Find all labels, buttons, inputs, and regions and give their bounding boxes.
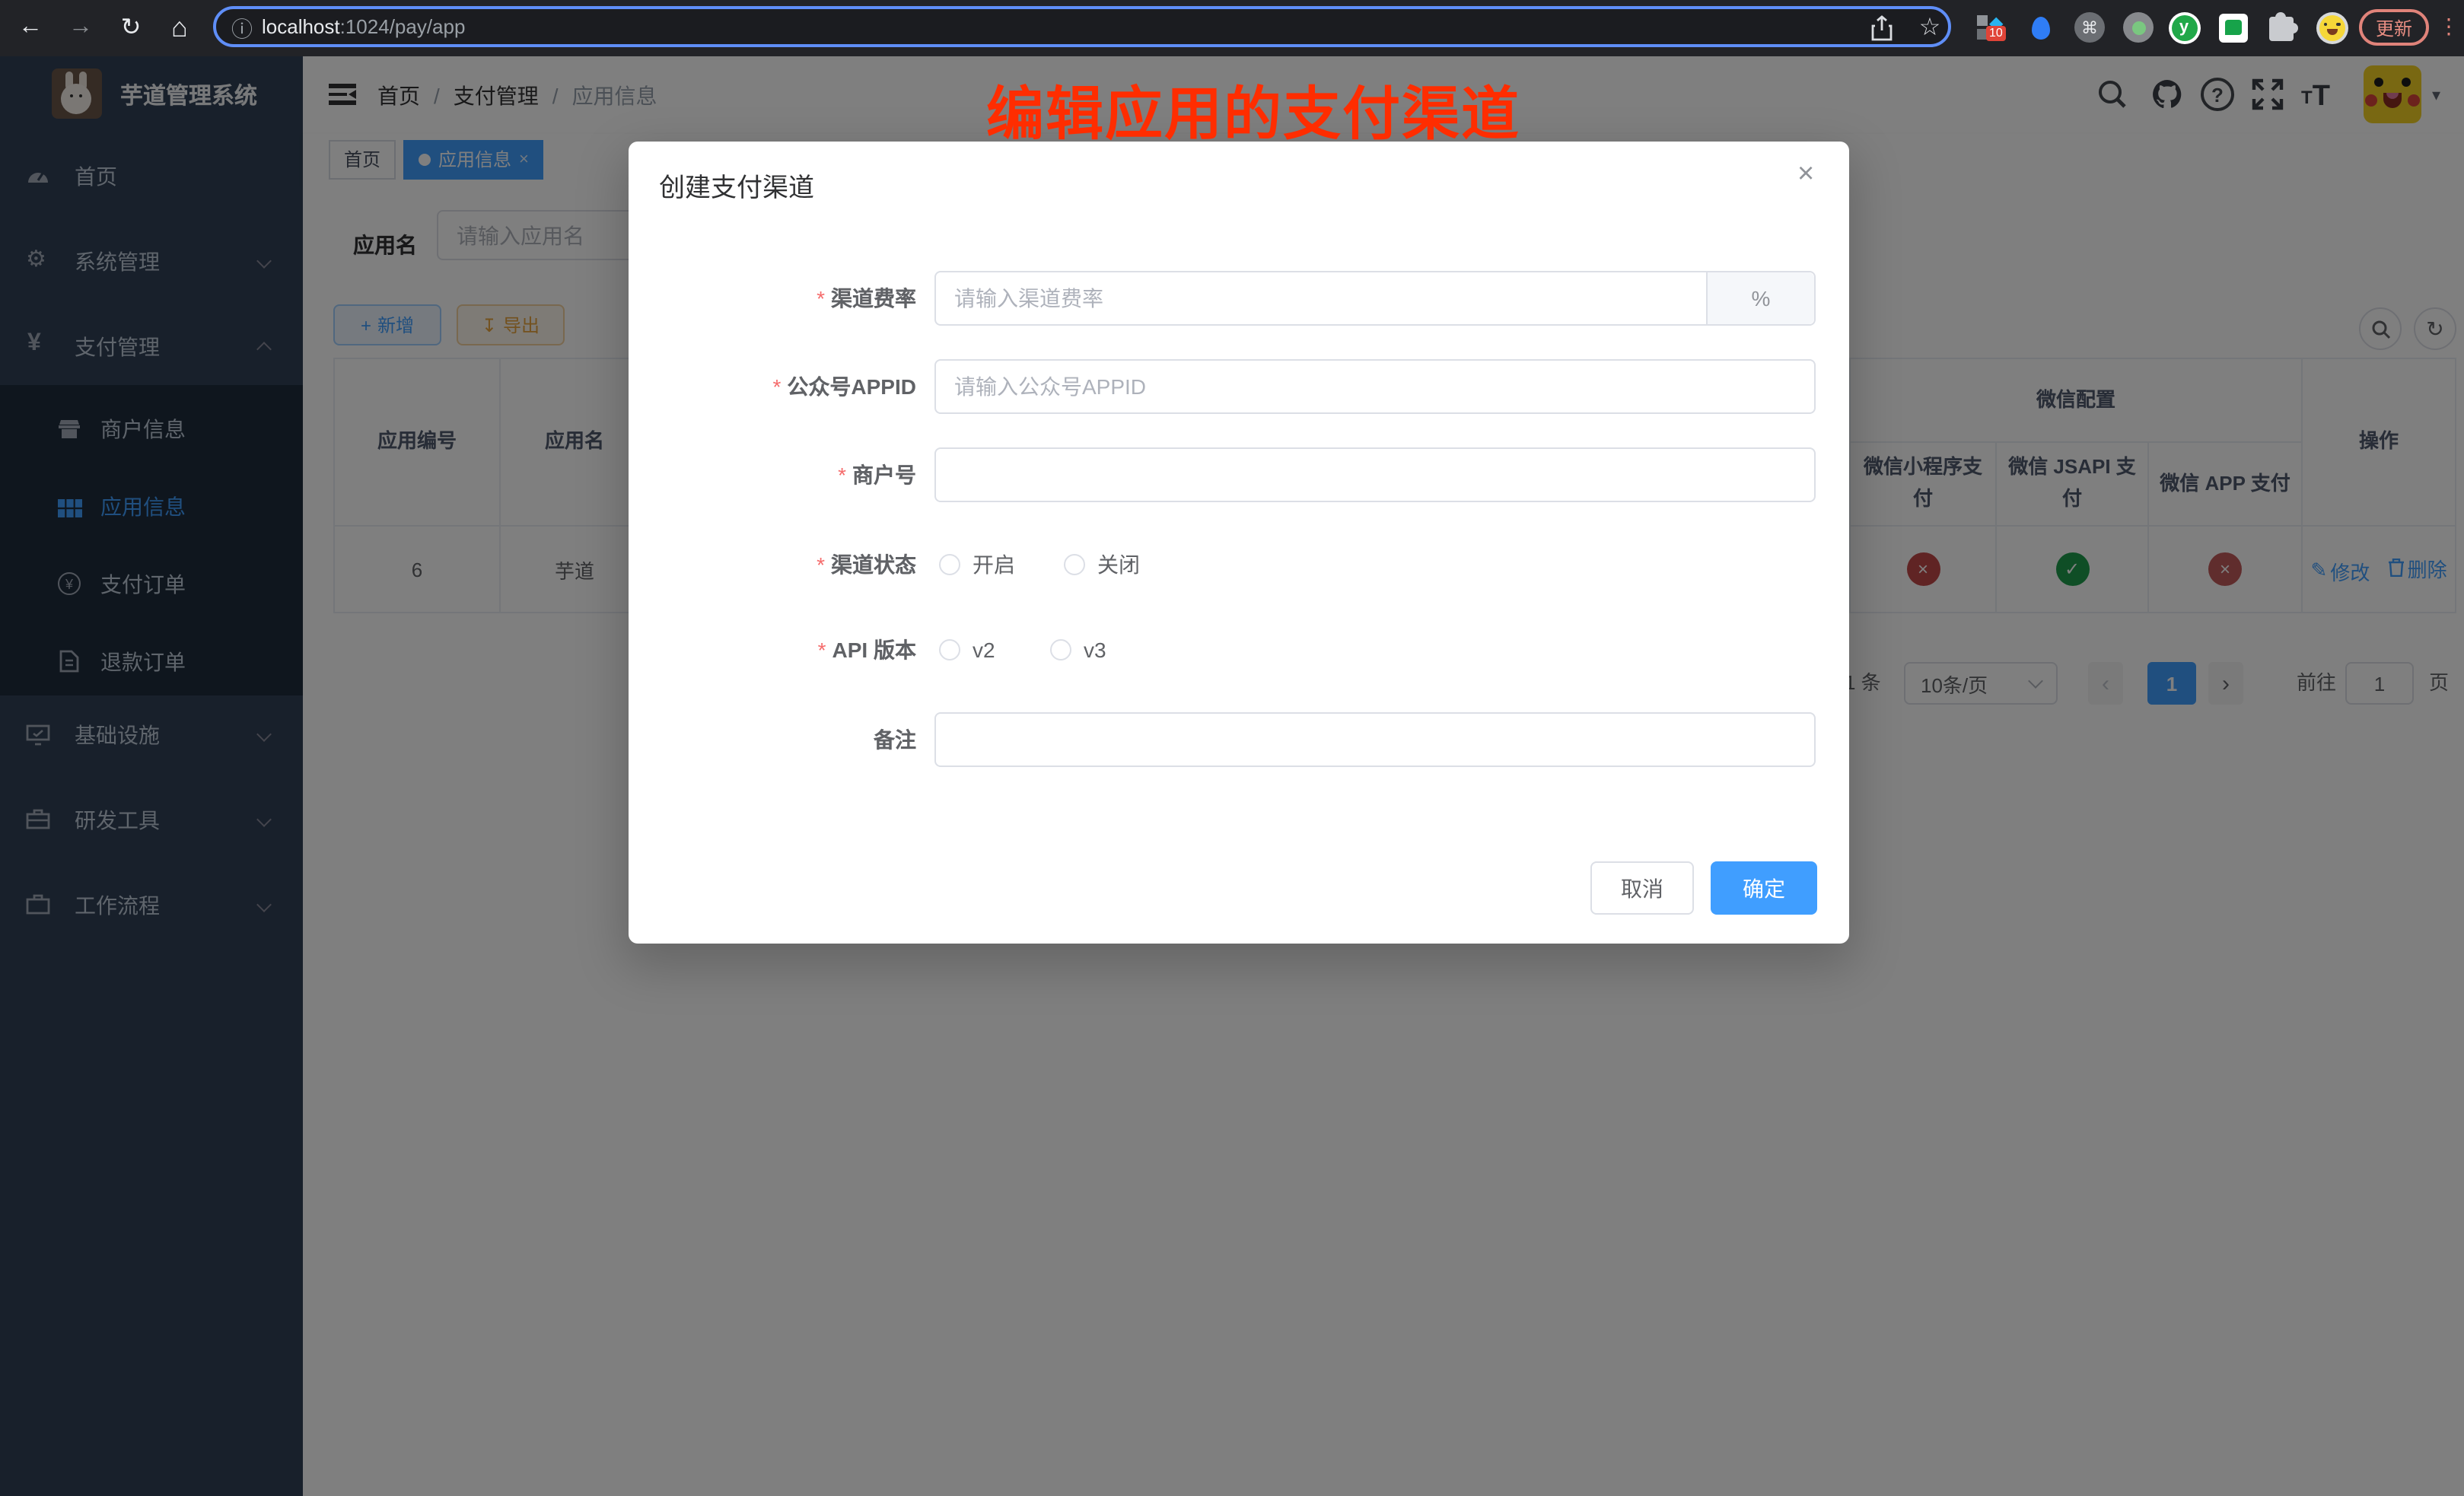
- url-host: localhost: [262, 15, 340, 38]
- site-info-icon[interactable]: ⓘ: [231, 14, 253, 44]
- browser-home-icon[interactable]: ⌂: [161, 9, 198, 46]
- radio-icon: [939, 639, 960, 660]
- browser-back-icon[interactable]: ←: [12, 9, 49, 46]
- extension-pinned-icon-3[interactable]: ⌘: [2073, 9, 2106, 46]
- confirm-button[interactable]: 确定: [1711, 861, 1817, 915]
- extension-pinned-icon-chat[interactable]: [2216, 9, 2249, 46]
- field-label-api-version: API 版本: [629, 625, 916, 674]
- appid-input-wrap: [934, 359, 1816, 414]
- extension-pinned-icon-2[interactable]: [2024, 9, 2058, 46]
- status-radio-enable[interactable]: 开启: [939, 540, 1015, 589]
- browser-menu-icon[interactable]: ⋮: [2438, 14, 2459, 40]
- cancel-button[interactable]: 取消: [1590, 861, 1694, 915]
- annotation-title: 编辑应用的支付渠道: [986, 67, 1520, 151]
- browser-forward-icon[interactable]: →: [62, 9, 99, 46]
- field-label-appid: 公众号APPID: [629, 359, 916, 414]
- radio-icon: [1050, 639, 1071, 660]
- remark-input[interactable]: [936, 714, 1814, 766]
- create-pay-channel-dialog: 创建支付渠道 × 渠道费率 % 公众号APPID 商户号 渠道状态 开启 关闭 …: [629, 142, 1849, 944]
- merchant-input[interactable]: [936, 449, 1814, 501]
- extensions-puzzle-icon[interactable]: [2265, 9, 2298, 46]
- share-icon[interactable]: [1864, 9, 1898, 46]
- field-label-status: 渠道状态: [629, 540, 916, 589]
- dialog-close-icon[interactable]: ×: [1797, 158, 1814, 192]
- extension-pinned-icon-4[interactable]: [2122, 9, 2155, 46]
- extension-badge: 10: [1986, 26, 2006, 41]
- api-radio-v3[interactable]: v3: [1050, 625, 1106, 674]
- url-path: :1024/pay/app: [340, 15, 466, 38]
- browser-toolbar: ← → ↻ ⌂ ⓘ localhost:1024/pay/app ☆ ◆ 10 …: [0, 0, 2464, 56]
- status-radio-disable[interactable]: 关闭: [1064, 540, 1140, 589]
- extension-pinned-icon-1[interactable]: ◆ 10: [1975, 9, 2009, 46]
- dialog-title: 创建支付渠道: [659, 166, 814, 204]
- radio-icon: [1064, 554, 1085, 575]
- browser-update-button[interactable]: 更新: [2359, 9, 2429, 46]
- bookmark-star-icon[interactable]: ☆: [1913, 9, 1947, 46]
- rate-input[interactable]: [936, 272, 1709, 324]
- browser-profile-avatar[interactable]: [2315, 9, 2348, 46]
- field-label-remark: 备注: [629, 712, 916, 767]
- radio-icon: [939, 554, 960, 575]
- remark-input-wrap: [934, 712, 1816, 767]
- browser-reload-icon[interactable]: ↻: [113, 9, 149, 46]
- address-bar[interactable]: ⓘ localhost:1024/pay/app: [213, 6, 1951, 47]
- field-label-rate: 渠道费率: [629, 271, 916, 326]
- rate-input-wrap: %: [934, 271, 1816, 326]
- rate-suffix: %: [1706, 272, 1814, 324]
- screen: ← → ↻ ⌂ ⓘ localhost:1024/pay/app ☆ ◆ 10 …: [0, 0, 2464, 1496]
- extension-pinned-icon-y[interactable]: y: [2167, 9, 2201, 46]
- field-label-merchant: 商户号: [629, 447, 916, 502]
- appid-input[interactable]: [936, 361, 1814, 412]
- api-radio-v2[interactable]: v2: [939, 625, 995, 674]
- merchant-input-wrap: [934, 447, 1816, 502]
